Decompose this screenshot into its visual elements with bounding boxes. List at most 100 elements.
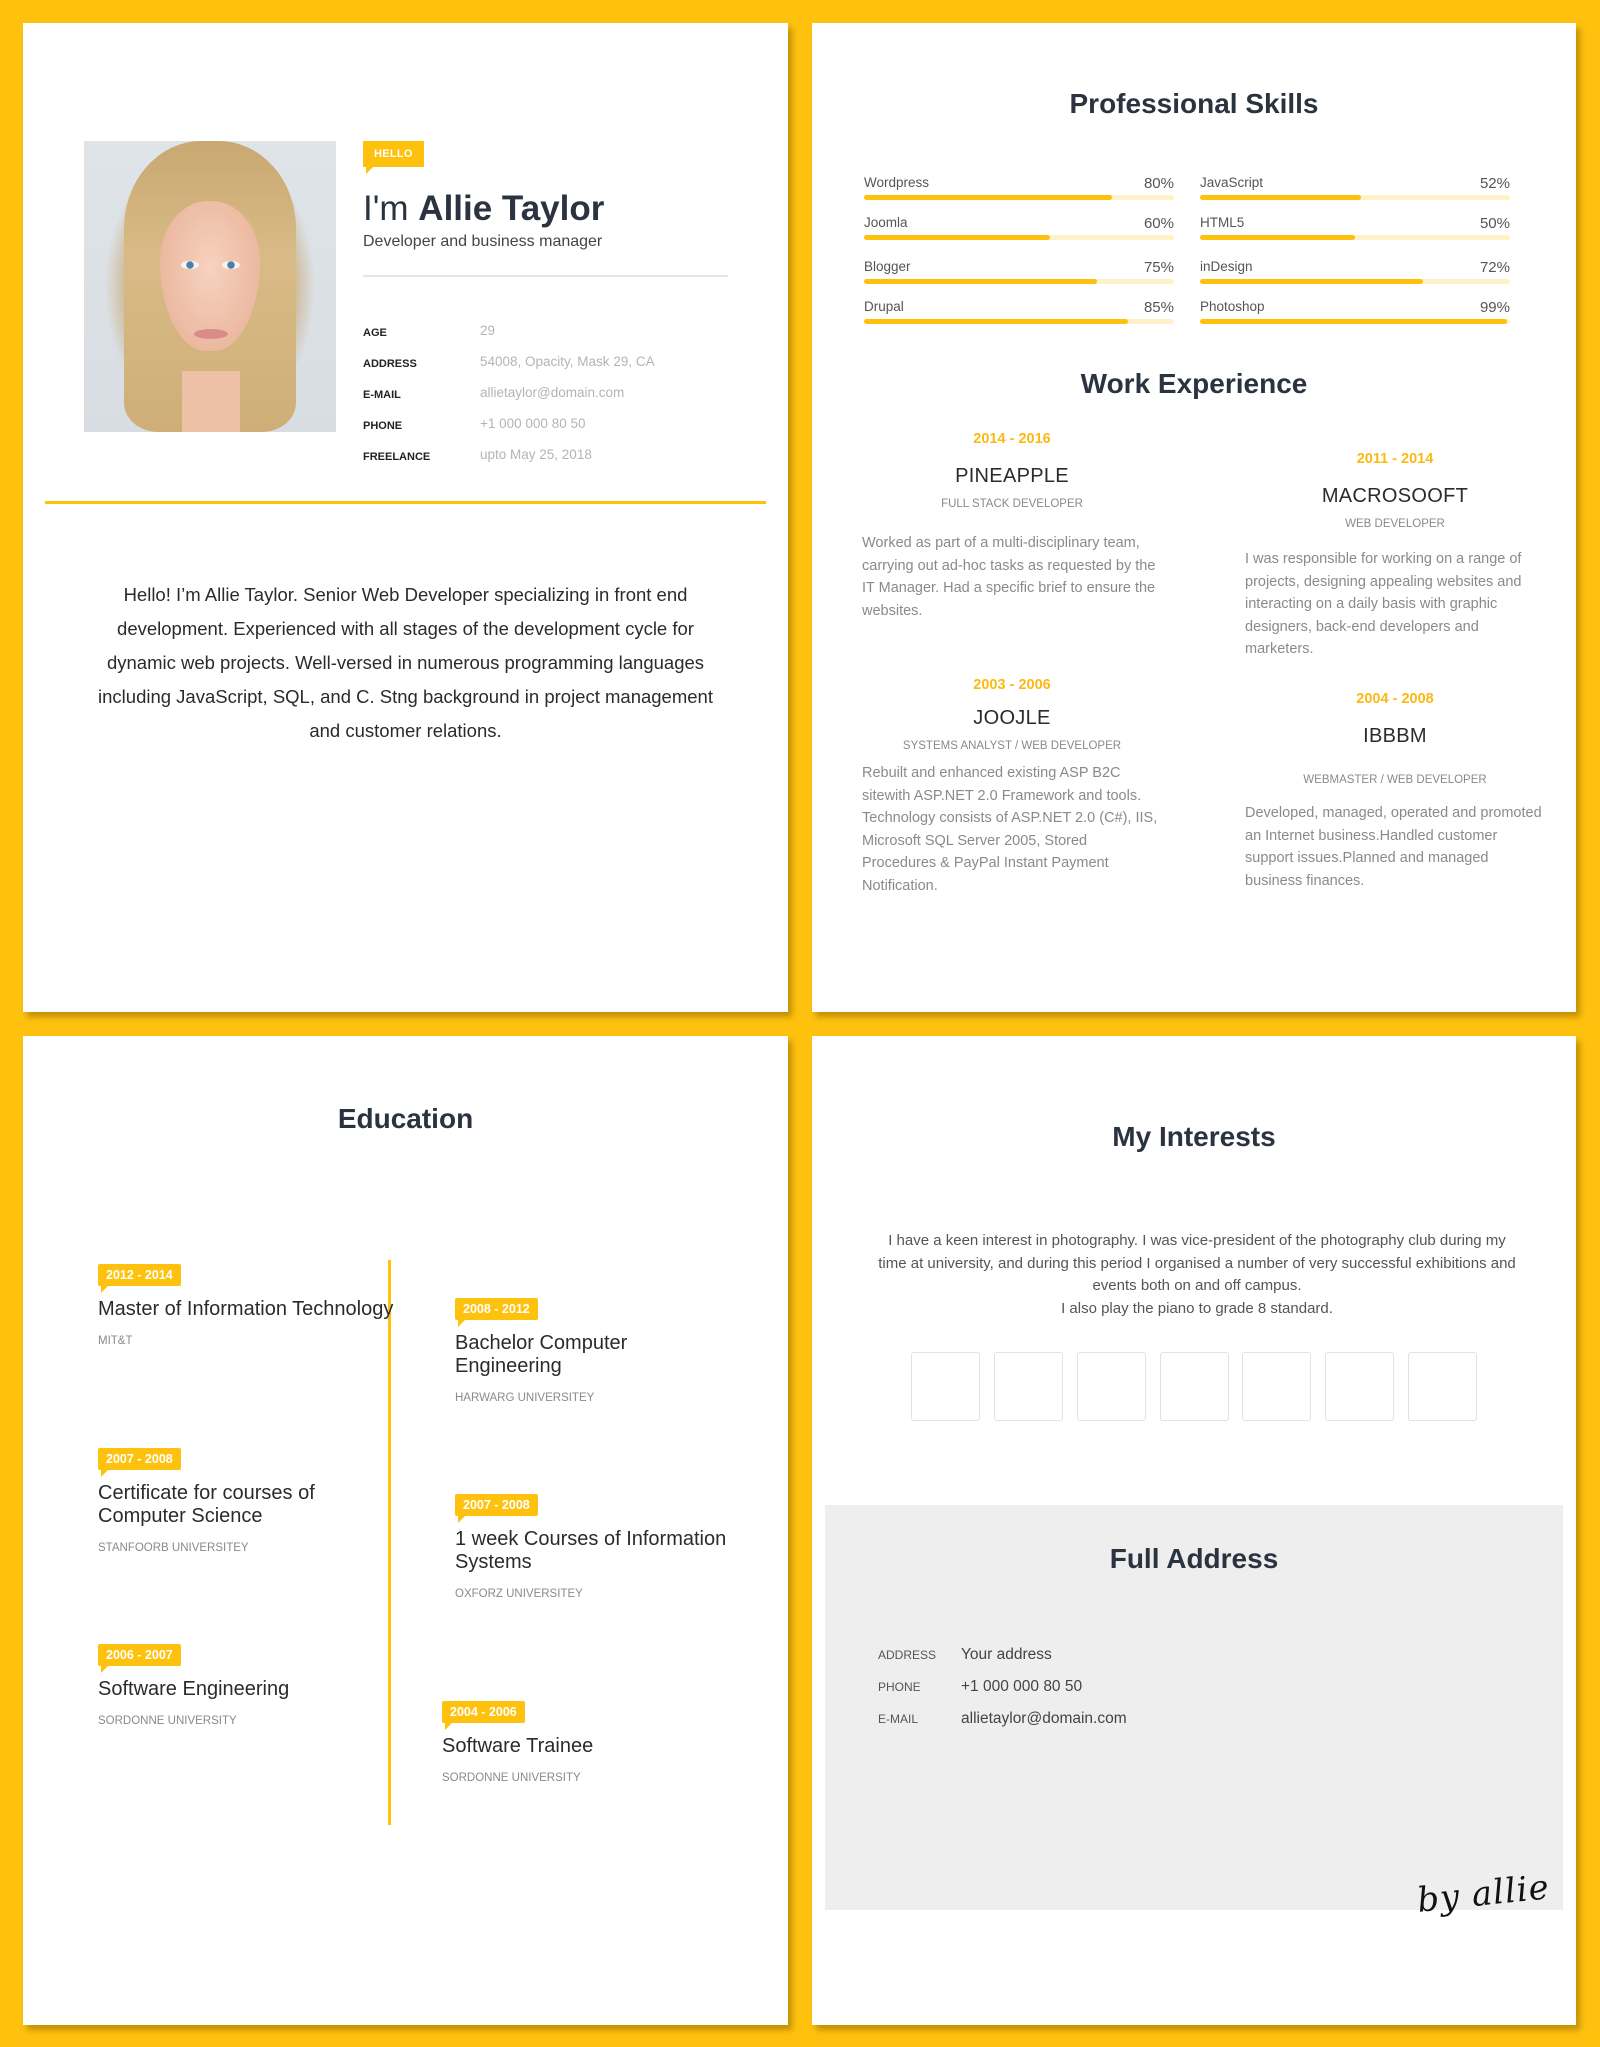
photo-neck — [182, 371, 240, 432]
interests-paragraph: I have a keen interest in photography. I… — [878, 1232, 1516, 1294]
job-company: IBBBM — [1363, 725, 1427, 747]
skill-html5: HTML5 50% — [1200, 215, 1510, 245]
skill-name: Joomla — [864, 215, 908, 230]
edu-school: SORDONNE UNIVERSITY — [442, 1772, 581, 1784]
tag-tail-icon — [101, 1470, 108, 1477]
interest-icon-box[interactable] — [1408, 1352, 1477, 1421]
skill-name: Drupal — [864, 299, 904, 314]
email-value[interactable]: allietaylor@domain.com — [961, 1710, 1127, 1728]
experience-title: Work Experience — [1080, 368, 1308, 399]
edu-date-tag: 2012 - 2014 — [98, 1264, 181, 1293]
edu-dates: 2007 - 2008 — [106, 1452, 173, 1466]
interest-icon-box[interactable] — [911, 1352, 980, 1421]
tag-tail-icon — [366, 167, 373, 174]
edu-date-tag: 2006 - 2007 — [98, 1644, 181, 1673]
tag-tail-icon — [101, 1666, 108, 1673]
edu-title: Software Engineering — [98, 1678, 290, 1700]
job-ibbbm: 2004 - 2008 IBBBM WEBMASTER / WEB DEVELO… — [1245, 691, 1545, 892]
interests-paragraph-2: I also play the piano to grade 8 standar… — [1061, 1299, 1333, 1317]
edu-dates: 2004 - 2006 — [450, 1705, 517, 1719]
skill-track — [1200, 235, 1510, 240]
interests-title: My Interests — [1112, 1121, 1276, 1152]
interest-icon-box[interactable] — [994, 1352, 1063, 1421]
name: Allie Taylor — [418, 189, 605, 228]
job-role: WEBMASTER / WEB DEVELOPER — [1303, 774, 1487, 786]
address-label: ADDRESS — [878, 1648, 937, 1662]
skill-percent: 50% — [1479, 215, 1510, 232]
tag-tail-icon — [445, 1723, 452, 1730]
interest-icon-box[interactable] — [1077, 1352, 1146, 1421]
edu-item: 2006 - 2007 Software Engineering SORDONN… — [98, 1644, 398, 1727]
interest-icon-box[interactable] — [1325, 1352, 1394, 1421]
phone-row: PHONE +1 000 000 80 50 — [878, 1678, 1378, 1702]
education-page: Education 2012 - 2014 Master of Informat… — [23, 1036, 788, 2025]
edu-title: Certificate for courses of Computer Scie… — [98, 1482, 315, 1527]
skill-fill — [864, 319, 1128, 324]
skill-name: inDesign — [1200, 259, 1253, 274]
job-company: JOOJLE — [973, 707, 1051, 729]
interest-icon-box[interactable] — [1242, 1352, 1311, 1421]
skill-track — [1200, 195, 1510, 200]
skill-track — [1200, 279, 1510, 284]
photo-lips — [194, 329, 228, 339]
profile-photo — [84, 141, 336, 432]
job-role: FULL STACK DEVELOPER — [941, 498, 1083, 510]
info-value: 29 — [480, 323, 496, 338]
job-dates: 2004 - 2008 — [1356, 691, 1434, 707]
greeting: I'm — [363, 189, 409, 228]
edu-item: 2007 - 2008 1 week Courses of Informatio… — [455, 1494, 755, 1600]
profile-name: I'm Allie Taylor — [363, 189, 604, 229]
edu-title: 1 week Courses of Information Systems — [455, 1528, 727, 1573]
info-value[interactable]: allietaylor@domain.com — [480, 385, 624, 400]
address-value: Your address — [961, 1646, 1052, 1663]
info-row-freelance: FREELANCE upto May 25, 2018 — [363, 447, 763, 467]
edu-school: SORDONNE UNIVERSITY — [98, 1715, 237, 1727]
skill-wordpress: Wordpress 80% — [864, 175, 1174, 205]
skill-fill — [1200, 319, 1507, 324]
edu-date-tag: 2008 - 2012 — [455, 1298, 538, 1327]
skill-blogger: Blogger 75% — [864, 259, 1174, 289]
edu-item: 2007 - 2008 Certificate for courses of C… — [98, 1448, 398, 1554]
job-description: I was responsible for working on a range… — [1245, 551, 1522, 657]
job-joojle: 2003 - 2006 JOOJLE SYSTEMS ANALYST / WEB… — [862, 677, 1162, 897]
email-row: E-MAIL allietaylor@domain.com — [878, 1710, 1378, 1734]
job-company: PINEAPPLE — [955, 465, 1069, 487]
edu-date-tag: 2004 - 2006 — [442, 1701, 525, 1730]
interests-text: I have a keen interest in photography. I… — [872, 1230, 1522, 1320]
skill-track — [1200, 319, 1510, 324]
info-row-email: E-MAIL allietaylor@domain.com — [363, 385, 763, 405]
skill-percent: 60% — [1143, 215, 1174, 232]
skill-joomla: Joomla 60% — [864, 215, 1174, 245]
tag-tail-icon — [101, 1286, 108, 1293]
profile-subtitle: Developer and business manager — [363, 233, 603, 250]
skill-indesign: inDesign 72% — [1200, 259, 1510, 289]
profile-page: HELLO I'm Allie Taylor Developer and bus… — [23, 23, 788, 1012]
skills-experience-page: Professional Skills Wordpress 80% Joomla 60… — [812, 23, 1576, 1012]
job-description: Worked as part of a multi-disciplinary t… — [862, 535, 1156, 619]
skill-drupal: Drupal 85% — [864, 299, 1174, 329]
skill-photoshop: Photoshop 99% — [1200, 299, 1510, 329]
info-row-address: ADDRESS 54008, Opacity, Mask 29, CA — [363, 354, 763, 374]
job-company: MACROSOOFT — [1321, 485, 1469, 507]
bio-paragraph: Hello! I’m Allie Taylor. Senior Web Deve… — [98, 584, 713, 741]
edu-school: HARWARG UNIVERSITEY — [455, 1392, 595, 1404]
skill-fill — [1200, 235, 1355, 240]
skill-percent: 52% — [1479, 175, 1510, 192]
job-dates: 2003 - 2006 — [973, 677, 1051, 693]
education-title: Education — [337, 1103, 474, 1134]
edu-title: Bachelor Computer Engineering — [455, 1332, 628, 1377]
skill-percent: 80% — [1143, 175, 1174, 192]
skill-fill — [1200, 195, 1362, 200]
info-row-age: AGE 29 — [363, 323, 763, 343]
edu-title: Software Trainee — [442, 1735, 594, 1757]
edu-dates: 2006 - 2007 — [106, 1648, 173, 1662]
phone-label: PHONE — [878, 1680, 921, 1694]
edu-dates: 2007 - 2008 — [463, 1498, 530, 1512]
skill-name: Blogger — [864, 259, 911, 274]
skill-name: JavaScript — [1200, 175, 1264, 190]
job-role: SYSTEMS ANALYST / WEB DEVELOPER — [902, 740, 1122, 752]
info-label: FREELANCE — [363, 451, 431, 463]
interest-icon-box[interactable] — [1160, 1352, 1229, 1421]
edu-item: 2004 - 2006 Software Trainee SORDONNE UN… — [442, 1701, 742, 1784]
tag-tail-icon — [458, 1516, 465, 1523]
